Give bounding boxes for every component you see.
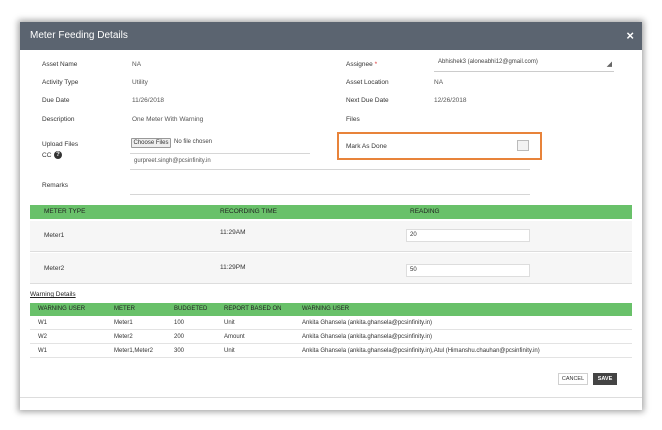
meter-header-reading: READING — [410, 208, 440, 215]
warning-details-title: Warning Details — [30, 291, 76, 298]
close-icon[interactable]: × — [626, 28, 634, 43]
warning-cell: Meter1 — [114, 320, 133, 326]
warning-cell: Ankita Ghansela (ankita.ghansela@pcsinfi… — [302, 348, 540, 354]
reading-input[interactable]: 50 — [406, 264, 530, 277]
meter-feeding-dialog: Meter Feeding Details × Asset Name NA Ac… — [20, 22, 642, 410]
table-row: Meter1 11:29AM 20 — [30, 221, 632, 252]
warning-cell: W1 — [38, 348, 47, 354]
description-value: One Meter With Warning — [132, 116, 204, 123]
assignee-label: Assignee * — [346, 61, 378, 68]
warning-cell: 300 — [174, 348, 185, 354]
reading-input[interactable]: 20 — [406, 229, 530, 242]
next-due-date-label: Next Due Date — [346, 97, 389, 104]
warning-cell: Ankita Ghansela (ankita.ghansela@pcsinfi… — [302, 320, 433, 326]
description-label: Description — [42, 116, 75, 123]
warning-cell: Meter1,Meter2 — [114, 348, 154, 354]
warning-cell: Unit — [224, 348, 235, 354]
activity-type-label: Activity Type — [42, 79, 79, 86]
table-row: W1 Meter1 100 Unit Ankita Ghansela (anki… — [30, 317, 632, 330]
file-status-text: No file chosen — [174, 139, 213, 145]
meter-type-cell: Meter1 — [44, 232, 65, 239]
choose-files-button[interactable]: Choose Files — [131, 138, 171, 148]
dialog-titlebar: Meter Feeding Details × — [20, 22, 642, 50]
meter-table-header: METER TYPE RECORDING TIME READING — [30, 205, 632, 219]
table-row: Meter2 11:29PM 50 — [30, 253, 632, 284]
cc-divider — [130, 169, 530, 170]
table-row: W1 Meter1,Meter2 300 Unit Ankita Ghansel… — [30, 345, 632, 358]
remarks-label: Remarks — [42, 182, 69, 189]
help-icon[interactable]: ? — [54, 151, 62, 159]
mark-as-done-checkbox[interactable] — [517, 140, 529, 151]
footer-divider — [20, 397, 642, 398]
cancel-button[interactable]: CANCEL — [558, 373, 588, 385]
assignee-select[interactable]: Abhishek3 (aloneabhi12@gmail.com) ◢ — [434, 58, 614, 72]
upload-divider — [130, 153, 310, 154]
asset-location-value: NA — [434, 79, 444, 86]
warning-header-report: REPORT BASED ON — [224, 306, 282, 312]
activity-type-value: Utility — [132, 79, 148, 86]
warning-cell: 100 — [174, 320, 185, 326]
meter-header-type: METER TYPE — [44, 208, 86, 215]
warning-cell: Ankita Ghansela (ankita.ghansela@pcsinfi… — [302, 334, 433, 340]
warning-header-budgeted: BUDGETED — [174, 306, 208, 312]
warning-cell: W1 — [38, 320, 47, 326]
files-label: Files — [346, 116, 360, 123]
cc-label: CC — [42, 152, 52, 159]
warning-cell: Meter2 — [114, 334, 133, 340]
meter-time-cell: 11:29PM — [220, 264, 246, 271]
meter-time-cell: 11:29AM — [220, 229, 246, 236]
warning-header-user2: WARNING USER — [302, 306, 350, 312]
due-date-label: Due Date — [42, 97, 70, 104]
warning-header-user: WARNING USER — [38, 306, 86, 312]
warning-header-meter: METER — [114, 306, 135, 312]
remarks-input[interactable] — [130, 194, 530, 195]
upload-files-label: Upload Files — [42, 141, 79, 148]
due-date-value: 11/26/2018 — [132, 97, 165, 104]
mark-as-done-label: Mark As Done — [346, 143, 387, 150]
warning-cell: W2 — [38, 334, 47, 340]
asset-name-value: NA — [132, 61, 142, 68]
table-row: W2 Meter2 200 Amount Ankita Ghansela (an… — [30, 331, 632, 344]
resize-handle-icon: ◢ — [606, 61, 612, 68]
asset-name-label: Asset Name — [42, 61, 78, 68]
meter-type-cell: Meter2 — [44, 265, 65, 272]
assignee-value: Abhishek3 (aloneabhi12@gmail.com) — [438, 59, 538, 65]
save-button[interactable]: SAVE — [593, 373, 617, 385]
warning-cell: 200 — [174, 334, 185, 340]
meter-header-time: RECORDING TIME — [220, 208, 277, 215]
cc-input[interactable]: gurpreet.singh@pcsinfinity.in — [134, 158, 211, 164]
dialog-title: Meter Feeding Details — [30, 30, 128, 41]
asset-location-label: Asset Location — [346, 79, 389, 86]
warning-table-header: WARNING USER METER BUDGETED REPORT BASED… — [30, 303, 632, 316]
warning-cell: Unit — [224, 320, 235, 326]
next-due-date-value: 12/26/2018 — [434, 97, 467, 104]
warning-cell: Amount — [224, 334, 245, 340]
